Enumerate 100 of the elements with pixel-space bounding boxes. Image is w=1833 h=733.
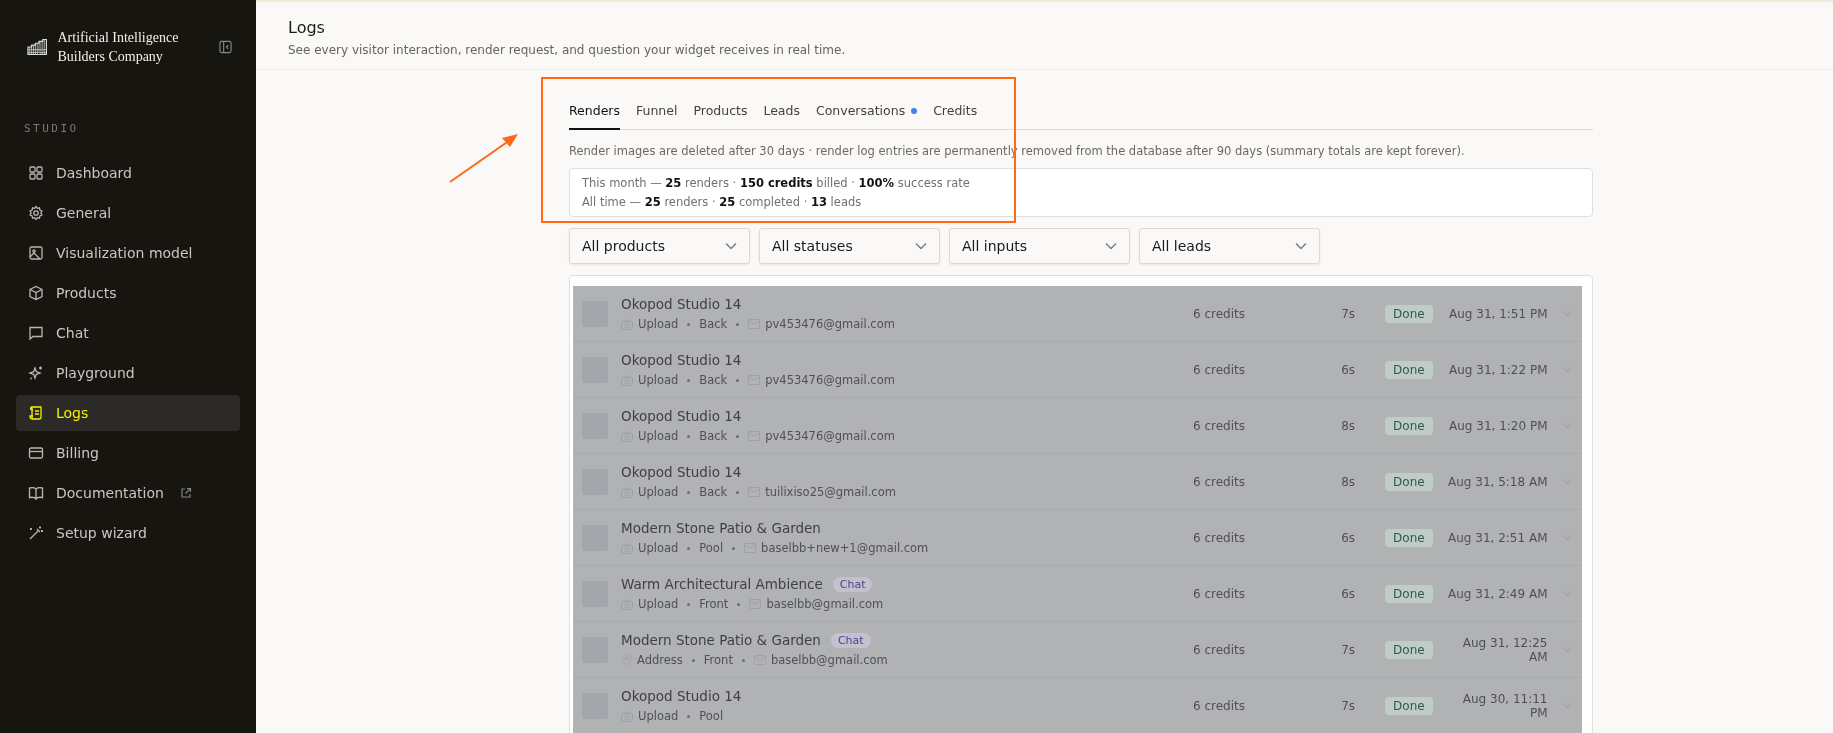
view-label: Back [699, 373, 728, 387]
row-title: Modern Stone Patio & Garden [621, 520, 821, 536]
log-row[interactable]: Okopod Studio 14 Upload Back pv453476@gmail.com 6 credits 8s Done Aug 31, 1:20 PM [573, 398, 1582, 454]
brand-name: Artificial Intelligence Builders Company [57, 29, 180, 66]
tab[interactable]: Renders [569, 95, 620, 130]
tab[interactable]: Conversations [816, 95, 918, 130]
timestamp-cell-text: Aug 31, 2:51 AM [1447, 530, 1548, 545]
status-badge: Done [1385, 528, 1433, 547]
timestamp-cell-text: Aug 31, 12:25 AM [1461, 635, 1548, 664]
summary-line: This month — 25 renders · 150 credits billed · 100% success rate [582, 176, 971, 190]
filter-dropdown[interactable]: All inputs [949, 228, 1130, 264]
credits-cell-text: 6 credits [1193, 530, 1247, 545]
timestamp-cell-text: Aug 31, 2:49 AM [1447, 586, 1548, 601]
view-label: Front [699, 597, 729, 611]
timestamp-cell-text: Aug 31, 1:51 PM [1448, 306, 1548, 321]
separator-dot [736, 322, 740, 326]
input-type: Upload [638, 597, 679, 611]
input-type: Upload [638, 485, 679, 499]
input-type: Upload [638, 317, 679, 331]
view-label: Back [699, 429, 728, 443]
timestamp-cell-text: Aug 31, 1:22 PM [1448, 362, 1548, 377]
row-title: Okopod Studio 14 [621, 296, 742, 312]
summary-line: All time — 25 renders · 25 completed · 13 leads [582, 195, 863, 209]
lead-email: pv453476@gmail.com [765, 429, 895, 443]
status-badge: Done [1385, 360, 1433, 379]
filter-dropdown[interactable]: All statuses [759, 228, 940, 264]
nav-item[interactable]: Playground [16, 355, 240, 391]
credits-cell-text: 6 credits [1193, 642, 1247, 657]
log-row[interactable]: Okopod Studio 14 Upload Back pv453476@gmail.com 6 credits 7s Done Aug 31, 1:51 PM [573, 286, 1582, 342]
separator-dot [736, 490, 740, 494]
input-type: Upload [638, 429, 679, 443]
nav-item[interactable]: Chat [16, 315, 240, 351]
row-title: Modern Stone Patio & Garden [621, 632, 821, 648]
chevron-down-icon [1105, 242, 1117, 250]
nav-item[interactable]: General [16, 195, 240, 231]
log-row[interactable]: Modern Stone Patio & Garden Chat Address Front baselbb@gmail.com 6 credits 7s Done Aug 31, 12:25 AM [573, 622, 1582, 678]
gear-icon [28, 205, 44, 221]
grid-icon [28, 165, 44, 181]
magic-wand-icon [28, 525, 44, 541]
lead-email: baselbb@gmail.com [766, 597, 884, 611]
chevron-down-icon [915, 242, 927, 250]
lead-email: pv453476@gmail.com [765, 317, 895, 331]
log-row[interactable]: Warm Architectural Ambience Chat Upload Front baselbb@gmail.com 6 credits 6s Done Aug 31, 2:49 AM [573, 566, 1582, 622]
lead-email: tuilixiso25@gmail.com [765, 485, 896, 499]
row-title: Okopod Studio 14 [621, 408, 742, 424]
status-badge: Done [1385, 584, 1433, 603]
filter-dropdown[interactable]: All leads [1139, 228, 1320, 264]
row-title: Okopod Studio 14 [621, 464, 742, 480]
credits-cell-text: 6 credits [1193, 586, 1247, 601]
logo-icon [27, 38, 48, 56]
nav-item[interactable]: Visualization model [16, 235, 240, 271]
scroll-icon [28, 405, 44, 421]
log-row[interactable]: Okopod Studio 14 Upload Pool 6 credits 7s Done Aug 30, 11:11 PM [573, 678, 1582, 733]
nav-item[interactable]: Setup wizard [16, 515, 240, 551]
credits-cell-text: 6 credits [1193, 474, 1247, 489]
view-label: Back [699, 485, 728, 499]
row-title: Okopod Studio 14 [621, 688, 742, 704]
log-row[interactable]: Okopod Studio 14 Upload Back pv453476@gmail.com 6 credits 6s Done Aug 31, 1:22 PM [573, 342, 1582, 398]
separator-dot [737, 602, 741, 606]
input-type: Address [637, 653, 683, 667]
nav-item[interactable]: Billing [16, 435, 240, 471]
log-row[interactable]: Modern Stone Patio & Garden Upload Pool baselbb+new+1@gmail.com 6 credits 6s Done Aug 31, 2:51 AM [573, 510, 1582, 566]
nav-item[interactable]: Documentation [16, 475, 240, 511]
log-row[interactable]: Okopod Studio 14 Upload Back tuilixiso25@gmail.com 6 credits 8s Done Aug 31, 5:18 AM [573, 454, 1582, 510]
sparkles-icon [28, 365, 44, 381]
annotation-arrow [448, 132, 520, 184]
collapse-sidebar-icon[interactable] [219, 40, 232, 54]
tab[interactable]: Leads [763, 95, 800, 130]
speech-bubble-icon [28, 325, 44, 341]
tab[interactable]: Products [693, 95, 748, 130]
separator-dot [687, 434, 691, 438]
lead-email: pv453476@gmail.com [765, 373, 895, 387]
book-icon [28, 485, 44, 501]
input-type: Upload [638, 373, 679, 387]
view-label: Front [703, 653, 733, 667]
separator-dot [687, 546, 691, 550]
separator-dot [687, 322, 691, 326]
tab[interactable]: Credits [933, 95, 978, 130]
duration-cell-text: 6s [1340, 362, 1356, 377]
row-title: Warm Architectural Ambience [621, 576, 823, 592]
separator-dot [687, 714, 691, 718]
nav-item[interactable]: Logs [16, 395, 240, 431]
credits-cell-text: 6 credits [1193, 306, 1247, 321]
row-title: Okopod Studio 14 [621, 352, 742, 368]
status-badge: Done [1385, 472, 1433, 491]
credits-cell-text: 6 credits [1193, 418, 1247, 433]
duration-cell-text: 7s [1340, 642, 1356, 657]
filter-dropdown[interactable]: All products [569, 228, 750, 264]
timestamp-cell-text: Aug 30, 11:11 PM [1461, 691, 1548, 720]
separator-dot [691, 658, 695, 662]
chevron-down-icon [725, 242, 737, 250]
nav-item[interactable]: Products [16, 275, 240, 311]
status-badge: Done [1385, 696, 1433, 715]
page-subtitle: See every visitor interaction, render request, and question your widget receives in real time. [288, 43, 847, 57]
nav-item[interactable]: Dashboard [16, 155, 240, 191]
lead-email: baselbb@gmail.com [770, 653, 888, 667]
tab[interactable]: Funnel [636, 95, 678, 130]
duration-cell-text: 7s [1340, 698, 1356, 713]
credits-cell-text: 6 credits [1193, 698, 1247, 713]
duration-cell-text: 8s [1340, 418, 1356, 433]
